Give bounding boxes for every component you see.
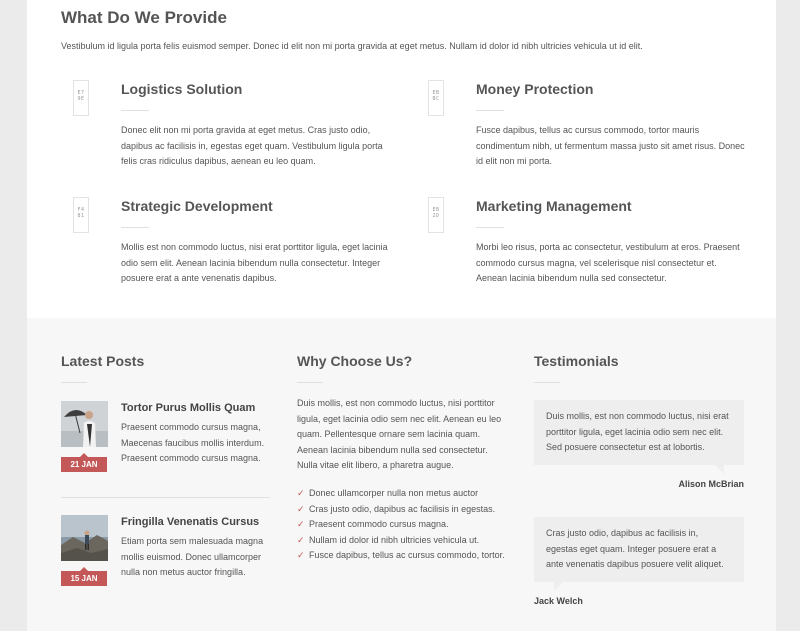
testimonial-author: Alison McBrian	[678, 478, 744, 489]
divider	[121, 110, 149, 111]
testimonial: Cras justo odio, dapibus ac facilisis in…	[534, 517, 744, 606]
page: What Do We Provide Vestibulum id ligula …	[27, 0, 776, 631]
divider	[476, 110, 504, 111]
list-item: 15 JAN Fringilla Venenatis Cursus Etiam …	[61, 515, 271, 595]
service-title[interactable]: Money Protection	[476, 81, 593, 97]
date-badge: 15 JAN	[61, 567, 107, 586]
service-text: Fusce dapibus, tellus ac cursus commodo,…	[476, 125, 745, 166]
strategy-icon: F4 81	[73, 197, 89, 233]
service-text: Mollis est non commodo luctus, nisi erat…	[121, 242, 388, 283]
date-badge: 21 JAN	[61, 453, 107, 472]
divider	[61, 497, 270, 498]
section-intro: Vestibulum id ligula porta felis euismod…	[61, 41, 643, 51]
checkmark-icon: ✓	[297, 488, 305, 498]
why-choose-text: Duis mollis, est non commodo luctus, nis…	[297, 398, 502, 470]
divider	[121, 227, 149, 228]
list-item: ✓ Donec ullamcorper nulla non metus aucto…	[297, 486, 509, 502]
testimonial-quote: Duis mollis, est non commodo luctus, nis…	[534, 400, 744, 473]
testimonial: Duis mollis, est non commodo luctus, nis…	[534, 400, 744, 489]
latest-posts-title: Latest Posts	[61, 353, 145, 369]
service-title[interactable]: Marketing Management	[476, 198, 632, 214]
checkmark-icon: ✓	[297, 503, 305, 514]
checkmark-icon: ✓	[297, 519, 305, 529]
post-excerpt: Praesent commodo cursus magna, Maecenas …	[121, 422, 265, 463]
testimonial-author: Jack Welch	[534, 595, 583, 606]
list-item: 21 JAN Tortor Purus Mollis Quam Praesent…	[61, 401, 271, 481]
list-item: ✓ Praesent commodo cursus magna.	[297, 517, 509, 533]
list-item: ✓ Fusce dapibus, tellus ac cursus commodo…	[297, 548, 509, 564]
money-protection-icon: EB BC	[428, 80, 444, 116]
checkmark-icon: ✓	[297, 550, 305, 560]
post-title[interactable]: Tortor Purus Mollis Quam	[121, 402, 255, 414]
service-text: Morbi leo risus, porta ac consectetur, v…	[476, 242, 740, 283]
service-title[interactable]: Strategic Development	[121, 198, 273, 214]
post-excerpt: Etiam porta sem malesuada magna mollis e…	[121, 536, 264, 577]
list-item: ✓ Nullam id dolor id nibh ultricies vehic…	[297, 533, 509, 549]
service-title[interactable]: Logistics Solution	[121, 81, 242, 97]
divider	[297, 382, 323, 383]
marketing-icon: EB 2D	[428, 197, 444, 233]
logistics-icon: E7 9E	[73, 80, 89, 116]
post-thumbnail[interactable]	[61, 401, 108, 447]
divider	[61, 382, 87, 383]
testimonial-quote: Cras justo odio, dapibus ac facilisis in…	[534, 517, 744, 590]
divider	[534, 382, 560, 383]
list-item: ✓ Cras justo odio, dapibus ac facilisis i…	[297, 502, 509, 518]
feature-list: ✓ Donec ullamcorper nulla non metus aucto…	[297, 486, 509, 564]
why-choose-title: Why Choose Us?	[297, 353, 413, 369]
divider	[476, 227, 504, 228]
service-text: Donec elit non mi porta gravida at eget …	[121, 125, 383, 166]
post-thumbnail[interactable]	[61, 515, 108, 561]
post-title[interactable]: Fringilla Venenatis Cursus	[121, 516, 259, 528]
checkmark-icon: ✓	[297, 534, 305, 545]
testimonials-title: Testimonials	[534, 353, 619, 369]
section-title: What Do We Provide	[61, 8, 227, 27]
